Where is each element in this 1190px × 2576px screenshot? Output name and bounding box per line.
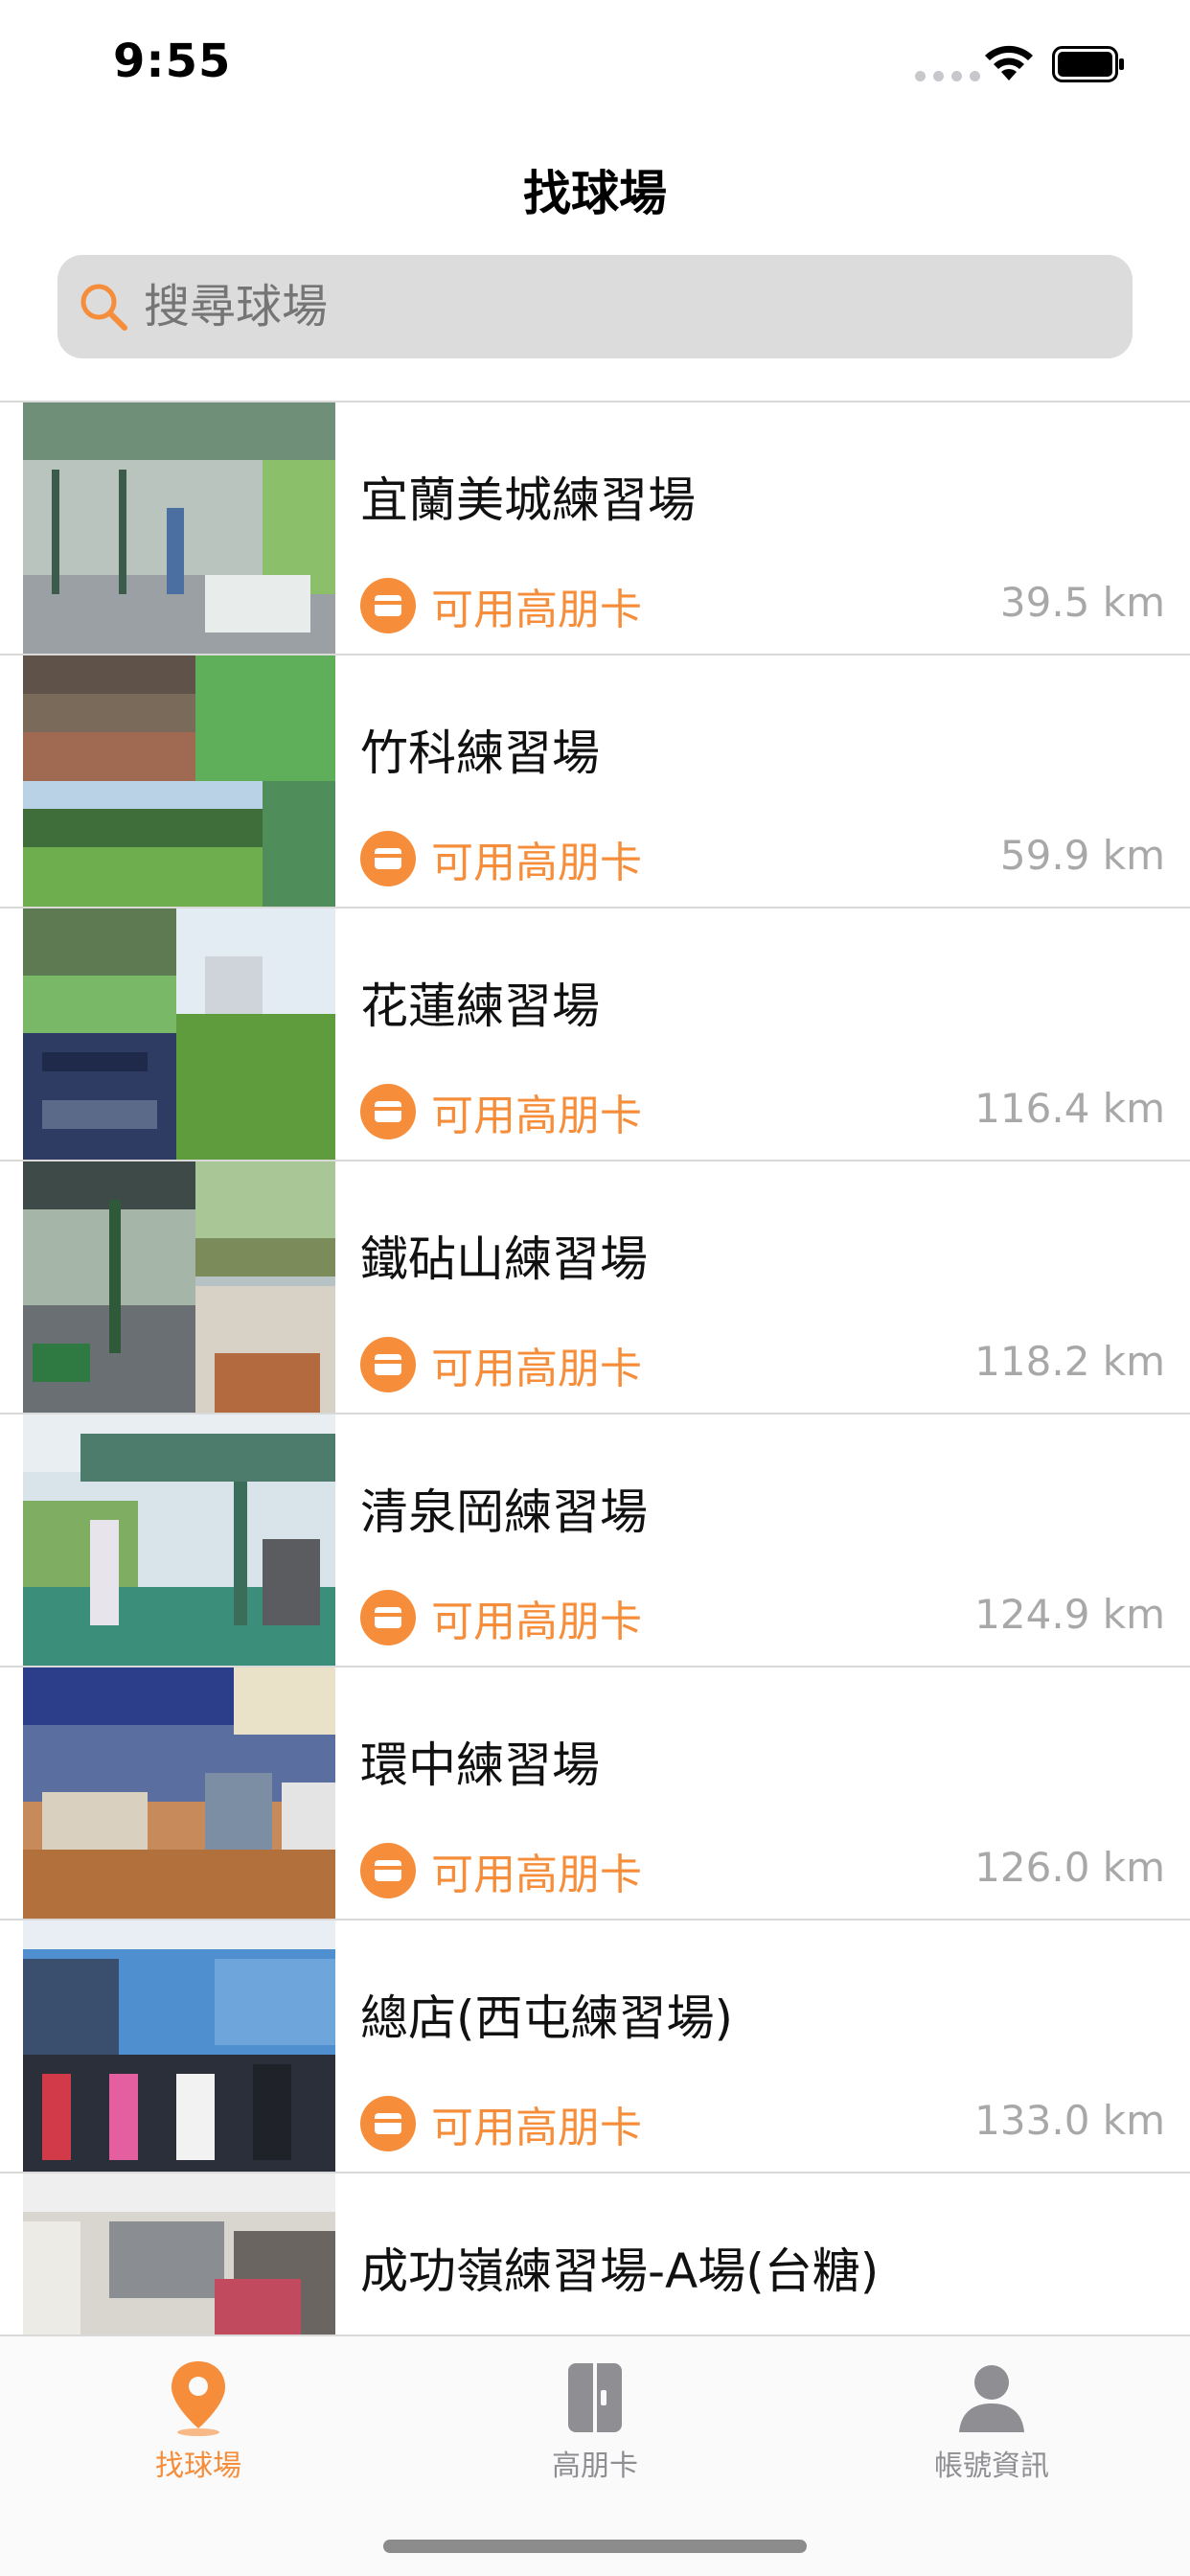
tab-label: 帳號資訊 xyxy=(934,2450,1049,2483)
badge-label: 可用高朋卡 xyxy=(431,2104,642,2152)
badge-label: 可用高朋卡 xyxy=(431,586,642,634)
course-list[interactable]: 宜蘭美城練習場 可用高朋卡 39.5 km 竹科練習場 可用高朋卡 59.9 k… xyxy=(0,402,1190,2334)
course-row[interactable]: 成功嶺練習場-A場(台糖) xyxy=(0,2174,1190,2334)
course-photo xyxy=(23,2174,335,2334)
tab-find-course[interactable]: 找球場 xyxy=(0,2346,397,2509)
search-input[interactable] xyxy=(144,255,1083,358)
course-row[interactable]: 宜蘭美城練習場 可用高朋卡 39.5 km xyxy=(0,402,1190,656)
tab-label: 高朋卡 xyxy=(552,2450,638,2483)
card-badge: 可用高朋卡 xyxy=(360,1336,642,1393)
course-photo xyxy=(23,1920,335,2172)
location-pin-icon xyxy=(172,2361,225,2436)
badge-label: 可用高朋卡 xyxy=(431,1345,642,1393)
card-badge: 可用高朋卡 xyxy=(360,2095,642,2152)
badge-label: 可用高朋卡 xyxy=(431,1092,642,1140)
card-badge: 可用高朋卡 xyxy=(360,830,642,887)
course-name: 宜蘭美城練習場 xyxy=(360,472,696,528)
course-distance: 126.0 km xyxy=(974,1844,1165,1891)
card-badge: 可用高朋卡 xyxy=(360,1083,642,1140)
course-distance: 39.5 km xyxy=(999,579,1165,626)
course-name: 清泉岡練習場 xyxy=(360,1484,648,1540)
course-row[interactable]: 花蓮練習場 可用高朋卡 116.4 km xyxy=(0,908,1190,1162)
course-photo xyxy=(23,1162,335,1413)
course-distance: 124.9 km xyxy=(974,1591,1165,1638)
course-photo xyxy=(23,1668,335,1919)
card-icon xyxy=(360,578,416,633)
badge-label: 可用高朋卡 xyxy=(431,1598,642,1646)
course-row[interactable]: 環中練習場 可用高朋卡 126.0 km xyxy=(0,1668,1190,1920)
card-icon xyxy=(360,1084,416,1139)
battery-icon xyxy=(1052,46,1124,82)
course-distance: 133.0 km xyxy=(974,2097,1165,2144)
course-photo xyxy=(23,908,335,1160)
badge-label: 可用高朋卡 xyxy=(431,1851,642,1899)
card-badge: 可用高朋卡 xyxy=(360,577,642,634)
course-photo xyxy=(23,1414,335,1666)
tab-label: 找球場 xyxy=(155,2450,241,2483)
home-indicator[interactable] xyxy=(383,2540,807,2553)
course-row[interactable]: 竹科練習場 可用高朋卡 59.9 km xyxy=(0,656,1190,908)
status-bar: 9:55 xyxy=(0,0,1190,134)
search-bar[interactable] xyxy=(57,255,1133,358)
wifi-icon xyxy=(985,45,1033,80)
course-name: 鐵砧山練習場 xyxy=(360,1231,648,1287)
card-icon xyxy=(360,1843,416,1898)
course-name: 竹科練習場 xyxy=(360,725,600,781)
card-badge: 可用高朋卡 xyxy=(360,1589,642,1646)
page-title: 找球場 xyxy=(523,166,667,221)
course-name: 成功嶺練習場-A場(台糖) xyxy=(360,2243,880,2299)
course-row[interactable]: 總店(西屯練習場) 可用高朋卡 133.0 km xyxy=(0,1920,1190,2174)
card-badge: 可用高朋卡 xyxy=(360,1842,642,1899)
course-row[interactable]: 清泉岡練習場 可用高朋卡 124.9 km xyxy=(0,1414,1190,1668)
badge-label: 可用高朋卡 xyxy=(431,839,642,887)
course-row[interactable]: 鐵砧山練習場 可用高朋卡 118.2 km xyxy=(0,1162,1190,1414)
course-distance: 116.4 km xyxy=(974,1085,1165,1132)
course-distance: 59.9 km xyxy=(999,832,1165,879)
course-distance: 118.2 km xyxy=(974,1338,1165,1385)
course-photo xyxy=(23,656,335,907)
search-icon xyxy=(80,284,127,331)
course-photo xyxy=(23,402,335,654)
tab-account[interactable]: 帳號資訊 xyxy=(793,2346,1190,2509)
card-icon xyxy=(568,2363,622,2432)
tab-card[interactable]: 高朋卡 xyxy=(397,2346,793,2509)
account-icon xyxy=(959,2365,1024,2432)
card-icon xyxy=(360,1590,416,1645)
course-name: 花蓮練習場 xyxy=(360,978,600,1034)
card-icon xyxy=(360,2096,416,2151)
card-icon xyxy=(360,831,416,886)
cellular-signal-icon xyxy=(915,71,980,81)
card-icon xyxy=(360,1337,416,1392)
course-name: 環中練習場 xyxy=(360,1737,600,1793)
status-time: 9:55 xyxy=(113,34,232,88)
course-name: 總店(西屯練習場) xyxy=(360,1990,734,2046)
